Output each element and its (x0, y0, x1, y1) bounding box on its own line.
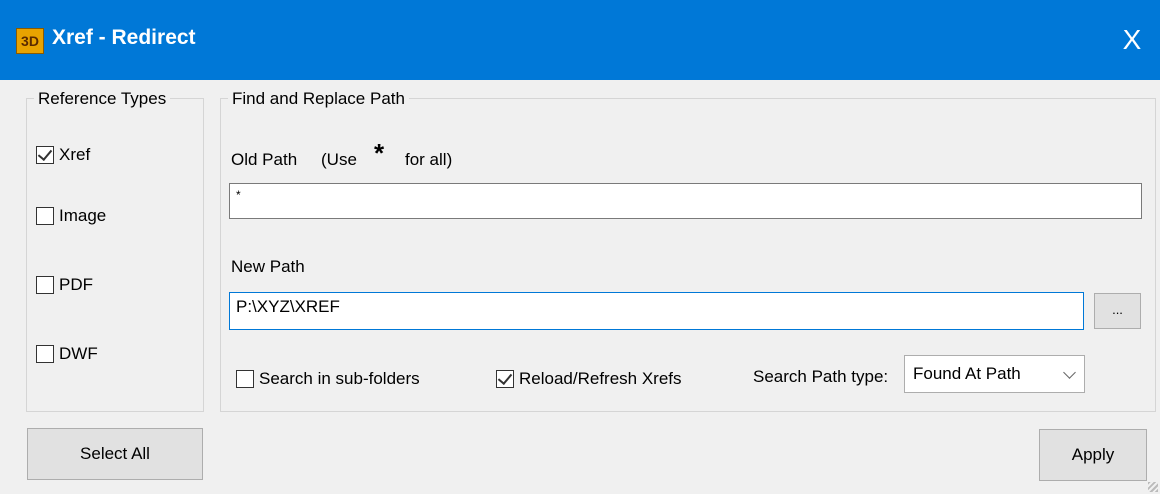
old-path-label: Old Path (231, 150, 298, 169)
select-all-button[interactable]: Select All (27, 428, 203, 480)
search-path-type-label: Search Path type: (753, 367, 889, 386)
checkbox-image[interactable]: Image (36, 206, 106, 226)
resize-grip-icon[interactable] (1148, 482, 1158, 492)
search-subfolders-checkbox[interactable]: Search in sub-folders (236, 369, 420, 389)
reference-types-legend: Reference Types (34, 89, 171, 109)
checkbox-pdf[interactable]: PDF (36, 275, 93, 295)
checkbox-dwf-box[interactable] (36, 345, 54, 363)
window-title: Xref - Redirect (52, 26, 196, 49)
reload-refresh-checkbox[interactable]: Reload/Refresh Xrefs (496, 369, 682, 389)
asterisk-hint: * (374, 138, 385, 168)
title-bar: 3D Xref - Redirect X (0, 0, 1160, 80)
old-path-input[interactable]: * (229, 183, 1142, 219)
apply-button[interactable]: Apply (1039, 429, 1147, 481)
search-subfolders-box[interactable] (236, 370, 254, 388)
checkbox-xref[interactable]: Xref (36, 145, 90, 165)
use-hint-label: (Use (321, 150, 357, 169)
close-button[interactable]: X (1104, 0, 1160, 80)
checkbox-xref-label: Xref (59, 145, 91, 164)
search-path-type-value: Found At Path (913, 364, 1021, 383)
chevron-down-icon (1063, 366, 1076, 379)
app-logo-icon: 3D (16, 28, 44, 54)
checkbox-image-box[interactable] (36, 207, 54, 225)
reload-refresh-box[interactable] (496, 370, 514, 388)
xref-redirect-dialog: 3D Xref - Redirect X Reference Types Xre… (0, 0, 1160, 494)
checkbox-pdf-box[interactable] (36, 276, 54, 294)
checkbox-xref-box[interactable] (36, 146, 54, 164)
for-all-hint-label: for all) (405, 150, 453, 169)
checkbox-image-label: Image (59, 206, 107, 225)
search-subfolders-label: Search in sub-folders (259, 369, 420, 388)
checkbox-dwf-label: DWF (59, 344, 98, 363)
search-path-type-dropdown[interactable]: Found At Path (904, 355, 1085, 393)
browse-button[interactable]: ... (1094, 293, 1141, 329)
new-path-input[interactable]: P:\XYZ\XREF (229, 292, 1084, 330)
checkbox-dwf[interactable]: DWF (36, 344, 98, 364)
reload-refresh-label: Reload/Refresh Xrefs (519, 369, 682, 388)
checkbox-pdf-label: PDF (59, 275, 93, 294)
new-path-label: New Path (231, 257, 305, 276)
find-replace-legend: Find and Replace Path (228, 89, 409, 109)
